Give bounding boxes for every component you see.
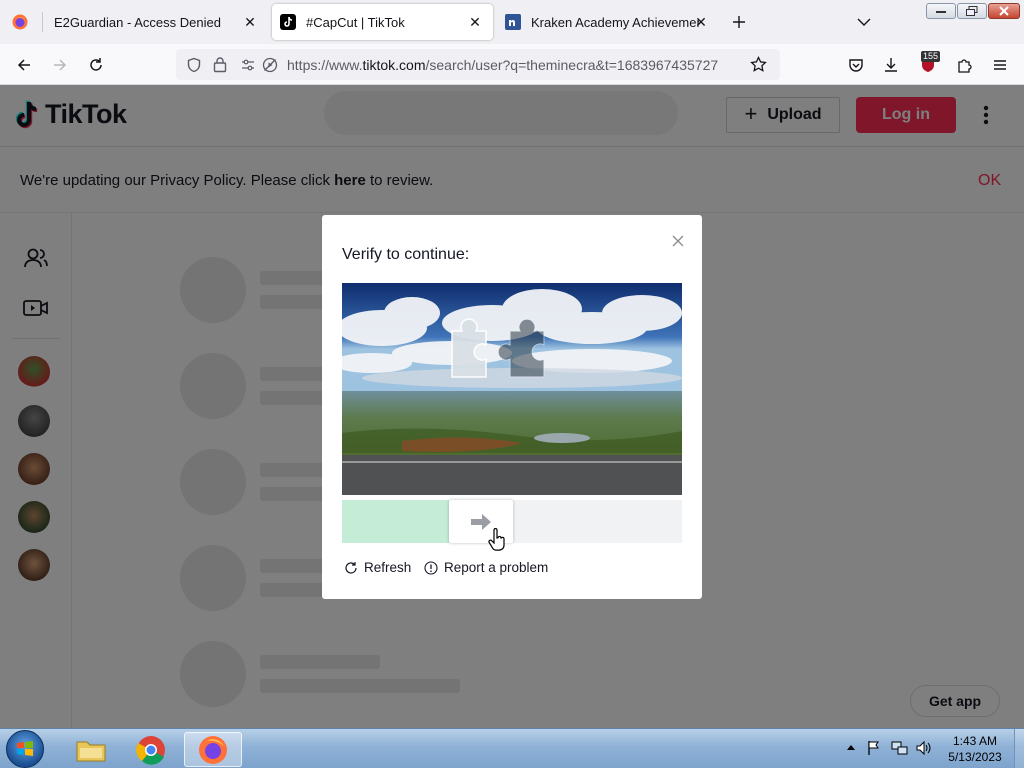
windows-taskbar: 1:43 AM 5/13/2023 [0, 728, 1024, 768]
new-tab-icon[interactable] [731, 14, 747, 30]
extensions-puzzle-icon[interactable] [951, 52, 977, 78]
tracking-protection-shield-icon[interactable] [186, 57, 202, 73]
permissions-icon[interactable] [240, 57, 256, 73]
bookmark-star-icon[interactable] [750, 56, 767, 73]
list-tabs-icon[interactable] [856, 15, 872, 29]
system-clock[interactable]: 1:43 AM 5/13/2023 [940, 733, 1010, 765]
close-tab-icon[interactable]: ✕ [467, 14, 483, 30]
tab-title: #CapCut | TikTok [306, 14, 405, 30]
tab-title: Kraken Academy Achievements [531, 14, 699, 30]
minimize-window-button[interactable] [926, 3, 956, 19]
forward-button[interactable] [47, 52, 73, 78]
report-problem-button[interactable]: Report a problem [424, 560, 548, 575]
captcha-image [342, 283, 682, 495]
show-desktop-button[interactable] [1014, 729, 1024, 768]
chrome-icon [136, 735, 166, 765]
close-tab-icon[interactable]: ✕ [693, 14, 709, 30]
windows-logo-icon [15, 739, 35, 759]
captcha-modal: Verify to continue: Refresh Report a pro… [322, 215, 702, 599]
close-tab-icon[interactable]: ✕ [242, 14, 258, 30]
url-prefix: https://www. [287, 57, 363, 73]
captcha-slider-track[interactable] [342, 500, 682, 543]
report-label: Report a problem [444, 560, 549, 575]
kraken-favicon-icon [505, 14, 521, 30]
tab-separator [42, 12, 43, 32]
restore-window-button[interactable] [957, 3, 987, 19]
tiktok-page: TikTok + Upload Log in We're updating ou… [0, 85, 1024, 728]
action-center-flag-icon[interactable] [866, 740, 882, 756]
extension-badge: 155 [921, 51, 941, 62]
downloads-icon[interactable] [878, 52, 904, 78]
refresh-icon [344, 561, 358, 575]
folder-icon [76, 737, 106, 763]
navigation-toolbar: https://www.tiktok.com/search/user?q=the… [0, 44, 1024, 85]
info-icon [424, 560, 438, 575]
network-icon[interactable] [891, 740, 909, 756]
start-button[interactable] [6, 730, 44, 768]
clock-time: 1:43 AM [952, 734, 998, 748]
tab-e2guardian[interactable]: E2Guardian - Access Denied ✕ [44, 4, 268, 40]
refresh-button[interactable]: Refresh [344, 560, 411, 575]
hand-cursor-icon [488, 528, 506, 552]
close-icon[interactable] [672, 235, 684, 247]
tab-tiktok[interactable]: #CapCut | TikTok ✕ [272, 4, 493, 40]
volume-icon[interactable] [915, 740, 933, 756]
tab-strip: E2Guardian - Access Denied ✕ #CapCut | T… [0, 0, 1024, 44]
firefox-menu-icon[interactable] [12, 14, 28, 30]
tab-title: E2Guardian - Access Denied [54, 14, 221, 30]
taskbar-chrome[interactable] [122, 732, 180, 767]
captcha-title: Verify to continue: [342, 246, 470, 263]
back-button[interactable] [11, 52, 37, 78]
show-hidden-icons-icon[interactable] [846, 743, 856, 751]
url-path: /search/user?q=theminecra&t=168396743572… [425, 57, 719, 73]
reload-button[interactable] [83, 52, 109, 78]
extension-shield-icon[interactable]: 155 [915, 51, 941, 78]
lock-icon[interactable] [213, 56, 227, 73]
address-bar[interactable]: https://www.tiktok.com/search/user?q=the… [176, 49, 780, 80]
url-text: https://www.tiktok.com/search/user?q=the… [287, 57, 718, 73]
firefox-icon [198, 735, 228, 765]
close-window-button[interactable] [988, 3, 1020, 19]
refresh-label: Refresh [364, 560, 412, 575]
taskbar-firefox[interactable] [184, 732, 242, 767]
pocket-icon[interactable] [843, 52, 869, 78]
hamburger-menu-icon[interactable] [987, 52, 1013, 78]
url-domain: tiktok.com [362, 57, 426, 73]
tab-kraken[interactable]: Kraken Academy Achievements ✕ [497, 4, 717, 40]
tiktok-favicon-icon [280, 14, 296, 30]
taskbar-file-explorer[interactable] [62, 732, 120, 767]
clock-date: 5/13/2023 [948, 750, 1002, 764]
autoplay-blocked-icon[interactable] [262, 57, 278, 73]
